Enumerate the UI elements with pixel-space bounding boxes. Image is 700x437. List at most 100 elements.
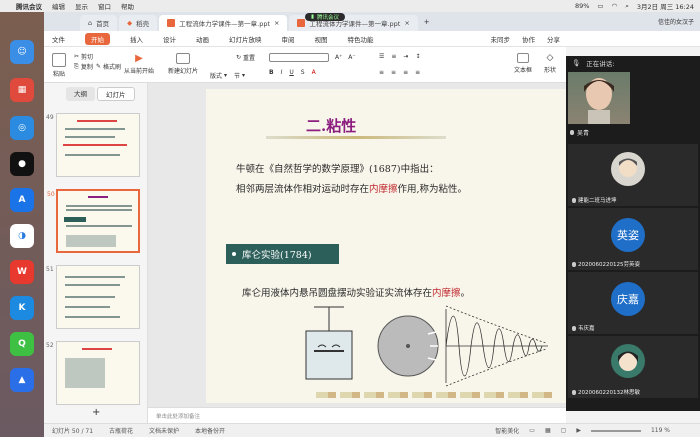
zoom-level[interactable]: 119 % (651, 427, 670, 434)
menubar-item-window[interactable]: 窗口 (98, 1, 111, 11)
meeting-indicator[interactable]: ▮ 腾讯会议 (305, 13, 346, 21)
tab-outline[interactable]: 大纲 (66, 87, 95, 101)
from-current-button[interactable]: ▶ 从当前开始 (124, 53, 154, 75)
close-icon[interactable]: × (404, 19, 409, 27)
tab-home[interactable]: ⌂ 首页 (80, 15, 118, 31)
tab-docer[interactable]: ◆ 稻壳 (119, 15, 158, 31)
wps-icon[interactable]: W (10, 260, 34, 284)
search-icon[interactable]: ⌕ (625, 2, 629, 11)
slide-thumbnail[interactable]: 51 (46, 265, 140, 329)
thumb-diagram (65, 358, 105, 388)
bold-icon[interactable]: B (269, 69, 274, 76)
line-spacing-icon[interactable]: ↕ (415, 53, 420, 60)
smart-beautify-button[interactable]: 智能美化 (495, 426, 519, 435)
section-button[interactable]: 节 ▾ (234, 71, 245, 80)
menu-start[interactable]: 开始 (85, 32, 110, 45)
justify-icon[interactable]: ≡ (415, 69, 420, 76)
participant-name-tag: 2020060220125劳英姿 (572, 260, 640, 268)
baidu-netdisk-icon[interactable]: ◑ (10, 224, 34, 248)
menubar-item-help[interactable]: 帮助 (121, 1, 134, 11)
paste-button[interactable]: 粘贴 (52, 53, 66, 78)
menu-design[interactable]: 设计 (163, 34, 176, 44)
speaker-video[interactable] (568, 72, 630, 124)
paste-icon (52, 53, 66, 67)
strike-icon[interactable]: S (301, 69, 305, 76)
slide-sorter-icon[interactable]: ▦ (545, 427, 551, 434)
slide[interactable]: 二.粘性 牛顿在《自然哲学的数学原理》(1687)中指出： 相邻两层流体作相对运… (206, 89, 566, 403)
font-shrink-icon[interactable]: A⁻ (348, 54, 355, 61)
tab-slides[interactable]: 幻灯片 (97, 87, 135, 101)
align-right-icon[interactable]: ≡ (403, 69, 408, 76)
slide-thumbnail[interactable]: 52 (46, 341, 140, 405)
participant-name-tag: 韦庆嘉 (572, 324, 595, 332)
qq-icon[interactable]: ● (10, 152, 34, 176)
iqiyi-icon[interactable]: Q (10, 332, 34, 356)
participant-tile[interactable]: 庆嘉 韦庆嘉 (568, 272, 698, 334)
copy-button[interactable]: ⎘ 复制 (74, 62, 93, 72)
finder-icon[interactable]: ☺ (10, 40, 34, 64)
format-painter-button[interactable]: ✎ 格式刷 (96, 62, 121, 71)
font-color-icon[interactable]: A (312, 69, 316, 76)
font-controls[interactable]: A⁺ A⁻ (269, 53, 356, 62)
menu-file[interactable]: 文件 (52, 34, 65, 44)
wifi-icon[interactable]: ◠ (612, 2, 618, 10)
font-select[interactable] (269, 53, 329, 62)
normal-view-icon[interactable]: ▭ (529, 427, 535, 434)
menu-slideshow[interactable]: 幻灯片放映 (229, 34, 262, 44)
app-store-icon[interactable]: A (10, 188, 34, 212)
menu-insert[interactable]: 插入 (130, 34, 143, 44)
participant-tile[interactable]: 2020060220132林思敏 (568, 336, 698, 398)
participant-tile[interactable]: 建能二班马进坤 (568, 144, 698, 206)
safari-icon[interactable]: ◎ (10, 116, 34, 140)
font-grow-icon[interactable]: A⁺ (335, 54, 342, 61)
participant-tile[interactable]: 英姿 2020060220125劳英姿 (568, 208, 698, 270)
underline-icon[interactable]: U (289, 69, 293, 76)
number-list-icon[interactable]: ≡ (391, 53, 396, 60)
tab-doc-1[interactable]: 工程流体力学课件—第一章.ppt × (159, 15, 288, 31)
participant-avatar (611, 344, 645, 378)
keynote-icon[interactable]: K (10, 296, 34, 320)
slide-thumbnail-selected[interactable]: 50 (47, 189, 140, 253)
align-center-icon[interactable]: ≡ (391, 69, 396, 76)
reset-button[interactable]: ↻ 重置 (236, 53, 255, 62)
menu-view[interactable]: 视图 (315, 34, 328, 44)
menubar-app-name[interactable]: 腾讯会议 (16, 1, 42, 11)
close-icon[interactable]: × (274, 19, 279, 27)
menubar-item-view[interactable]: 显示 (75, 1, 88, 11)
shape-button[interactable]: ◇ 形状 (544, 53, 556, 74)
italic-icon[interactable]: I (281, 69, 283, 76)
layout-button[interactable]: 版式 ▾ (210, 71, 227, 80)
play-slideshow-icon[interactable]: ▶ (576, 427, 581, 434)
add-slide-button[interactable]: + (92, 407, 100, 418)
battery-icon[interactable]: ▭ (597, 2, 603, 10)
ribbon-menu: 文件 开始 插入 设计 动画 幻灯片放映 审阅 视图 特色功能 未同步 协作 分… (44, 31, 700, 47)
clock[interactable]: 3月2日 周三 16:24 (637, 1, 694, 11)
add-tab-icon[interactable]: + (424, 18, 430, 26)
reading-view-icon[interactable]: ▢ (561, 427, 567, 434)
sync-status[interactable]: 未同步 (491, 34, 511, 44)
collaborate-button[interactable]: 协作 (522, 34, 535, 44)
thumb-line (65, 128, 125, 130)
bullet-list-icon[interactable]: ☰ (379, 53, 384, 60)
user-name[interactable]: 信佳的女汉子 (658, 17, 694, 26)
menubar-item-edit[interactable]: 编辑 (52, 1, 65, 11)
document-protection[interactable]: 文档未保护 (149, 426, 179, 435)
tab-home-label: 首页 (96, 20, 110, 28)
mic-icon[interactable]: 🎙 (572, 59, 580, 67)
indent-icon[interactable]: ⇥ (403, 53, 408, 60)
ppt-file-icon (297, 19, 306, 27)
textbox-button[interactable]: 文本框 (514, 53, 532, 74)
slide-thumbnail[interactable]: 49 (46, 113, 140, 177)
share-button[interactable]: 分享 (547, 34, 560, 44)
tencent-meeting-icon[interactable]: ▲ (10, 368, 34, 392)
cut-button[interactable]: ✂ 剪切 (74, 52, 93, 61)
menu-review[interactable]: 审阅 (282, 34, 295, 44)
local-backup[interactable]: 本地备份开 (195, 426, 225, 435)
align-left-icon[interactable]: ≡ (379, 69, 384, 76)
zoom-slider[interactable] (590, 429, 641, 432)
menu-features[interactable]: 特色功能 (348, 34, 374, 44)
launchpad-icon[interactable]: ▦ (10, 78, 34, 102)
menu-animation[interactable]: 动画 (196, 34, 209, 44)
notes-field[interactable]: 单击此处添加备注 (148, 407, 566, 423)
new-slide-button[interactable]: 新建幻灯片 (168, 53, 198, 75)
